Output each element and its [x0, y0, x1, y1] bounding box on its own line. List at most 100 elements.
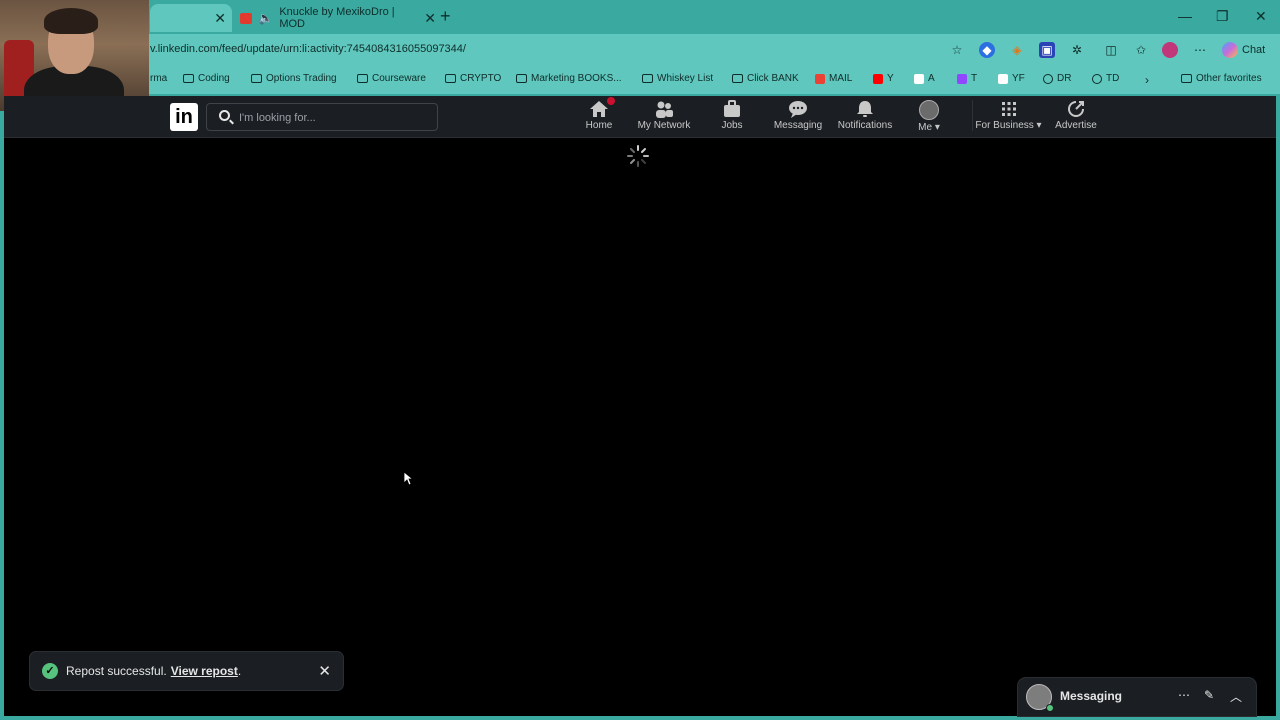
people-icon [654, 100, 674, 118]
chat-label: Chat [1242, 44, 1266, 56]
extension-icon[interactable]: ▣ [1039, 42, 1055, 58]
mouse-cursor-icon [403, 471, 413, 486]
bookmark-dr[interactable]: DR [1043, 73, 1071, 84]
bookmark-label: MAIL [829, 73, 853, 84]
bell-icon [855, 100, 875, 118]
toast-close-icon[interactable]: ✕ [318, 662, 331, 680]
extension-icon[interactable]: ◆ [979, 42, 995, 58]
folder-icon [642, 74, 653, 83]
compose-icon[interactable]: ✎ [1204, 688, 1214, 702]
toast-suffix: . [237, 664, 242, 678]
nav-label: Me [918, 122, 933, 133]
nav-home[interactable]: Home [584, 97, 615, 131]
metamask-icon[interactable]: ◈ [1009, 42, 1025, 58]
youtube-icon [873, 73, 883, 84]
star-icon[interactable]: ☆ [949, 42, 965, 58]
puzzle-icon[interactable]: ✲ [1069, 42, 1085, 58]
search-icon [219, 110, 230, 121]
folder-icon [445, 74, 456, 83]
nav-label: Jobs [721, 120, 743, 131]
messaging-overlay-bar[interactable]: Messaging ⋯ ✎ ︿ [1018, 678, 1256, 716]
nav-my-network[interactable]: My Network [634, 100, 694, 131]
chat-bubble-icon [788, 100, 808, 118]
bookmark-folder[interactable]: Whiskey List [642, 73, 713, 84]
folder-icon [357, 74, 368, 83]
bookmark-label: Other favorites [1196, 73, 1262, 84]
copilot-chat-button[interactable]: Chat [1222, 42, 1265, 58]
bookmark-td[interactable]: TD [1092, 73, 1119, 84]
bookmark-label: Marketing BOOKS... [531, 73, 622, 84]
bookmark-label: A [928, 73, 935, 84]
close-window-icon[interactable]: ✕ [1255, 8, 1267, 25]
folder-icon [251, 74, 262, 83]
folder-icon [516, 74, 527, 83]
bookmark-folder[interactable]: Marketing BOOKS... [516, 73, 622, 84]
url-field[interactable]: v.linkedin.com/feed/update/urn:li:activi… [150, 43, 466, 55]
nav-advertise[interactable]: Advertise [1054, 100, 1098, 131]
bookmark-label: YF [1012, 73, 1025, 84]
youtube-favicon-icon [240, 12, 253, 24]
profile-avatar-icon[interactable] [1162, 42, 1178, 58]
toast-message: Repost successful. [66, 664, 167, 678]
nav-jobs[interactable]: Jobs [718, 100, 746, 131]
minimize-icon[interactable]: — [1178, 8, 1192, 24]
nav-messaging[interactable]: Messaging [772, 100, 824, 131]
speaker-icon[interactable]: 🔈 [258, 11, 273, 25]
messaging-title: Messaging [1060, 689, 1123, 703]
bookmark-label: Click BANK [747, 73, 799, 84]
bookmark-label: TD [1106, 73, 1120, 84]
split-screen-icon[interactable]: ◫ [1103, 42, 1119, 58]
profile-avatar [919, 100, 939, 120]
restore-icon[interactable]: ❐ [1216, 8, 1229, 25]
bookmark-amazon[interactable]: A [914, 73, 935, 84]
folder-icon [1181, 74, 1192, 83]
nav-label: My Network [637, 120, 691, 131]
search-input[interactable] [239, 108, 429, 128]
view-repost-link[interactable]: View repost [171, 664, 238, 678]
bookmark-youtube[interactable]: Y [873, 73, 894, 84]
screen: ✕ 🔈 Knuckle by MexikoDro | MOD ✕ + — ❐ ✕… [0, 0, 1280, 720]
new-tab-button[interactable]: + [440, 6, 451, 27]
loading-spinner-icon [626, 144, 650, 168]
bookmark-label: rma [150, 73, 168, 84]
chevron-up-icon[interactable]: ︿ [1230, 688, 1242, 705]
search-box[interactable] [206, 103, 438, 131]
bookmark-folder[interactable]: Options Trading [251, 73, 337, 84]
favorites-icon[interactable]: ✩ [1133, 42, 1149, 58]
bookmark-folder-other[interactable]: Other favorites [1181, 73, 1262, 84]
globe-icon [1092, 73, 1102, 84]
repost-toast: ✓ Repost successful. View repost . ✕ [30, 652, 343, 690]
linkedin-logo[interactable]: in [170, 103, 198, 131]
bookmark-folder[interactable]: Courseware [357, 73, 426, 84]
bookmark-label: Options Trading [266, 73, 337, 84]
nav-me[interactable]: Me ▾ [914, 100, 944, 133]
advertise-icon [1066, 100, 1086, 118]
bookmark-yf[interactable]: YF [998, 73, 1025, 84]
bookmark-folder[interactable]: Coding [183, 73, 230, 84]
nav-label: Advertise [1055, 120, 1097, 131]
nav-notifications[interactable]: Notifications [836, 100, 894, 131]
caret-down-icon: ▾ [1036, 120, 1042, 131]
bookmark-folder[interactable]: CRYPTO [445, 73, 501, 84]
address-bar: v.linkedin.com/feed/update/urn:li:activi… [0, 34, 1280, 66]
tab-active[interactable]: ✕ [150, 4, 232, 32]
bookmark-label: Courseware [372, 73, 426, 84]
tab-close-icon[interactable]: ✕ [214, 10, 226, 27]
bookmark-item[interactable]: rma [150, 73, 167, 84]
more-icon[interactable]: ⋯ [1192, 42, 1208, 58]
bookmarks-overflow-chevron-icon[interactable]: › [1145, 73, 1149, 87]
more-options-icon[interactable]: ⋯ [1178, 688, 1190, 702]
twitch-icon [957, 73, 967, 84]
bookmark-folder[interactable]: Click BANK [732, 73, 799, 84]
tab-close-icon[interactable]: ✕ [424, 10, 436, 27]
briefcase-icon [722, 100, 742, 118]
success-check-icon: ✓ [42, 663, 58, 679]
bookmark-label: Coding [198, 73, 230, 84]
bookmark-twitch[interactable]: T [957, 73, 977, 84]
tab-youtube[interactable]: 🔈 Knuckle by MexikoDro | MOD ✕ [236, 4, 436, 32]
nav-for-business[interactable]: For Business ▾ [972, 100, 1042, 131]
bookmark-label: CRYPTO [460, 73, 502, 84]
bookmark-gmail[interactable]: MAIL [815, 73, 852, 84]
site-icon [998, 73, 1008, 84]
person-hair [44, 8, 98, 34]
